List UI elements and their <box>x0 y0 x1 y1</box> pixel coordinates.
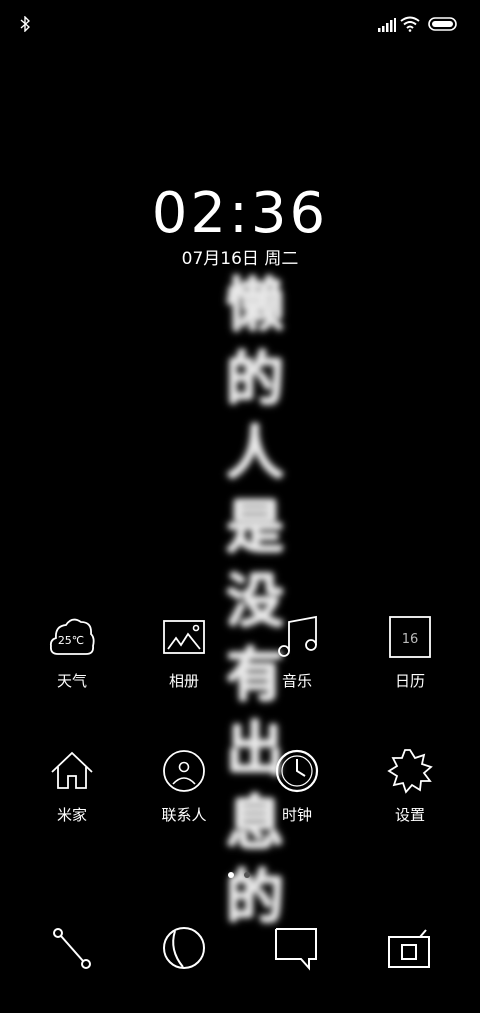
calendar-day: 16 <box>402 632 419 647</box>
page-dot-active[interactable] <box>228 872 234 878</box>
dock-browser[interactable] <box>154 925 214 975</box>
clock-date: 07月16日 周二 <box>181 249 299 269</box>
dock-camera[interactable] <box>379 925 439 975</box>
wifi-icon <box>400 16 420 32</box>
messages-icon <box>275 928 317 971</box>
app-calendar[interactable]: 16 日历 <box>355 614 465 690</box>
mihome-icon <box>51 751 93 789</box>
clock-icon <box>275 749 319 793</box>
app-label: 联系人 <box>161 806 207 824</box>
app-label: 相册 <box>168 672 199 690</box>
app-label: 天气 <box>56 672 87 690</box>
app-clock[interactable]: 时钟 <box>242 748 352 824</box>
contacts-icon <box>163 750 205 792</box>
calligraphy-char: 人 <box>225 419 284 487</box>
wallpaper-calligraphy: 懒 的 人 是 没 有 出 息 的 <box>200 268 310 948</box>
app-weather[interactable]: 25℃ 天气 <box>17 614 127 690</box>
clock-time: 02:36 <box>151 181 329 246</box>
app-settings[interactable]: 设置 <box>355 748 465 824</box>
app-label: 时钟 <box>281 806 312 824</box>
browser-icon <box>163 927 205 969</box>
phone-icon <box>53 928 91 969</box>
camera-icon <box>388 929 430 968</box>
settings-icon <box>387 749 433 794</box>
app-label: 设置 <box>394 806 425 824</box>
weather-icon: 25℃ <box>49 618 95 655</box>
calligraphy-char: 是 <box>225 493 284 561</box>
calendar-icon: 16 <box>389 616 431 658</box>
app-label: 日历 <box>394 672 425 690</box>
app-contacts[interactable]: 联系人 <box>129 748 239 824</box>
gallery-icon <box>163 620 205 654</box>
app-label: 音乐 <box>281 672 312 690</box>
dock-phone[interactable] <box>41 925 101 975</box>
page-indicator[interactable] <box>228 872 252 880</box>
page-dot[interactable] <box>244 872 250 878</box>
app-music[interactable]: 音乐 <box>242 614 352 690</box>
app-label: 米家 <box>56 806 87 824</box>
bluetooth-icon <box>20 16 30 32</box>
calligraphy-char: 的 <box>225 345 284 413</box>
music-icon <box>278 615 317 657</box>
battery-icon <box>428 17 457 31</box>
dock-messages[interactable] <box>266 925 326 975</box>
signal-icon <box>378 18 396 32</box>
app-mihome[interactable]: 米家 <box>17 748 127 824</box>
weather-temp: 25℃ <box>58 634 84 647</box>
status-bar <box>0 0 480 50</box>
app-gallery[interactable]: 相册 <box>129 614 239 690</box>
calligraphy-char: 懒 <box>225 271 284 339</box>
